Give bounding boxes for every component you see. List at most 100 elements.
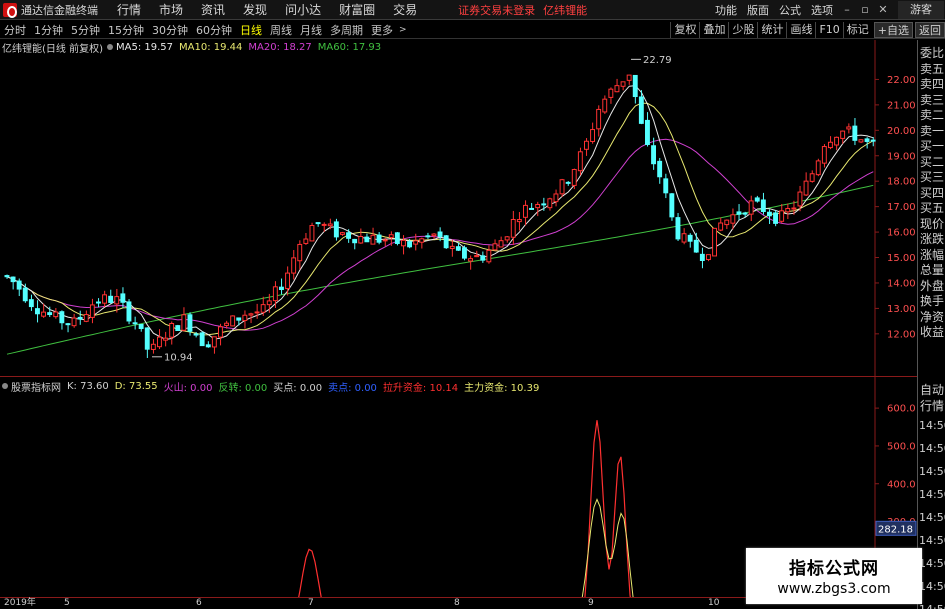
- tab-daily[interactable]: 日线: [236, 22, 266, 38]
- date-label: 9: [588, 598, 594, 608]
- draw-line-button[interactable]: 画线: [786, 21, 815, 38]
- candle-down: [35, 308, 40, 315]
- tab-1min[interactable]: 1分钟: [30, 22, 67, 38]
- tab-more[interactable]: 更多: [367, 22, 397, 38]
- tab-intraday[interactable]: 分时: [0, 22, 30, 38]
- candle-up: [71, 317, 77, 327]
- candle-up: [181, 314, 187, 331]
- candle-up: [858, 139, 864, 143]
- qp-sell3: 卖三: [920, 92, 945, 107]
- tab-5min[interactable]: 5分钟: [67, 22, 104, 38]
- menu-item-market[interactable]: 市场: [150, 1, 192, 18]
- candle-up: [358, 236, 364, 244]
- tab-60min[interactable]: 60分钟: [192, 22, 236, 38]
- qp-quotes-tab[interactable]: 行情: [918, 399, 945, 415]
- candle-up: [419, 238, 425, 243]
- chart-area[interactable]: 22.00 21.00 20.00 19.00 18.00 17.00 16.00 15.00…: [0, 40, 917, 609]
- candle-down: [236, 317, 242, 321]
- candle-up: [163, 337, 169, 341]
- menu-item-ask[interactable]: 问小达: [276, 1, 330, 18]
- tab-multi-period[interactable]: 多周期: [326, 22, 367, 38]
- indicator-sell-point: 卖点: 0.00: [328, 382, 377, 394]
- candle-up: [510, 218, 516, 238]
- price-chart[interactable]: 22.00 21.00 20.00 19.00 18.00 17.00 16.00 15.00…: [0, 40, 917, 377]
- indicator-tick-label: 400.0: [887, 479, 916, 490]
- candle-up: [169, 323, 175, 338]
- candle-down: [565, 181, 571, 184]
- candle-up: [102, 294, 107, 304]
- candle-up: [370, 234, 376, 245]
- candle-down: [187, 314, 193, 332]
- f10-button[interactable]: F10: [815, 21, 842, 38]
- menu-options[interactable]: 选项: [806, 2, 838, 18]
- candle-down: [864, 138, 870, 142]
- candle-down: [425, 235, 431, 238]
- menu-item-trade[interactable]: 交易: [384, 1, 426, 18]
- watermark: 指标公式网 www.zbgs3.com: [746, 548, 922, 604]
- qp-buy1: 买一: [920, 139, 945, 153]
- candle-down: [333, 221, 339, 238]
- indicator-header: 股票指标网 K: 73.60 D: 73.55 火山: 0.00 反转: 0.0…: [2, 379, 545, 394]
- tab-15min[interactable]: 15分钟: [104, 22, 148, 38]
- tab-30min[interactable]: 30分钟: [148, 22, 192, 38]
- qp-buy2: 买二: [920, 154, 945, 169]
- menu-item-news[interactable]: 资讯: [192, 1, 234, 18]
- menu-bar: 通达信金融终端 行情 市场 资讯 发现 问小达 财富圈 交易 证券交易未登录 亿…: [0, 0, 945, 20]
- qp-order-ratio: 委比: [920, 46, 945, 60]
- main-chart-header: 亿纬锂能(日线 前复权) MA5: 19.57 MA10: 19.44 MA20…: [2, 40, 387, 55]
- qp-auto-tab[interactable]: 自动: [918, 383, 945, 399]
- menu-item-quotes[interactable]: 行情: [108, 1, 150, 18]
- candle-down: [65, 323, 71, 326]
- minimize-icon[interactable]: –: [838, 2, 856, 18]
- candle-up: [712, 227, 717, 257]
- candle-down: [59, 311, 65, 324]
- candle-up: [272, 286, 278, 302]
- menu-item-wealth[interactable]: 财富圈: [330, 1, 384, 18]
- mark-button[interactable]: 标记: [842, 21, 872, 38]
- candle-up: [41, 311, 46, 317]
- guest-login-button[interactable]: 游客: [898, 0, 944, 19]
- indicator-pull-funds: 拉升资金: 10.14: [382, 382, 459, 394]
- add-watchlist-button[interactable]: +自选: [873, 21, 913, 38]
- back-button[interactable]: 返回: [915, 21, 945, 38]
- menu-item-discover[interactable]: 发现: [234, 1, 276, 18]
- candle-up: [626, 74, 632, 81]
- pull-funds-line: [295, 420, 633, 609]
- qp-change-pct: 涨幅: [920, 247, 945, 262]
- qp-change: 涨跌: [920, 232, 945, 246]
- date-label: 10: [708, 598, 720, 608]
- menu-layout[interactable]: 版面: [742, 2, 774, 18]
- menu-formula[interactable]: 公式: [774, 2, 806, 18]
- candle-down: [144, 327, 150, 350]
- candle-down: [394, 232, 400, 244]
- tab-weekly[interactable]: 周线: [266, 22, 296, 38]
- overlay-button[interactable]: 叠加: [699, 21, 728, 38]
- price-tick-label: 21.00: [887, 100, 916, 111]
- tick-time: 14:50: [918, 598, 945, 609]
- date-label: 8: [454, 598, 460, 608]
- candle-up: [321, 223, 327, 226]
- qp-buy3: 买三: [920, 170, 945, 184]
- candle-down: [529, 207, 534, 210]
- candle-up: [821, 146, 827, 164]
- candle-up: [260, 304, 266, 313]
- price-tick-label: 16.00: [887, 228, 916, 239]
- indicator-settings-icon[interactable]: [2, 383, 8, 389]
- candle-up: [297, 243, 303, 262]
- candle-down: [352, 238, 358, 244]
- candle-up: [449, 245, 455, 249]
- chevron-right-icon[interactable]: >: [399, 25, 407, 35]
- ma-settings-icon[interactable]: [106, 44, 113, 50]
- tick-time: 14:50: [919, 580, 945, 593]
- menu-functions[interactable]: 功能: [710, 2, 742, 18]
- tab-monthly[interactable]: 月线: [296, 22, 326, 38]
- adjust-button[interactable]: 复权: [670, 21, 699, 38]
- candle-down: [669, 193, 675, 218]
- login-status[interactable]: 证券交易未登录: [458, 2, 535, 18]
- restore-icon[interactable]: ▫: [856, 2, 874, 18]
- fewer-stocks-button[interactable]: 少股: [728, 21, 757, 38]
- statistics-button[interactable]: 统计: [757, 21, 786, 38]
- candle-down: [47, 312, 53, 316]
- price-tick-label: 15.00: [887, 253, 916, 264]
- close-icon[interactable]: ✕: [874, 2, 892, 18]
